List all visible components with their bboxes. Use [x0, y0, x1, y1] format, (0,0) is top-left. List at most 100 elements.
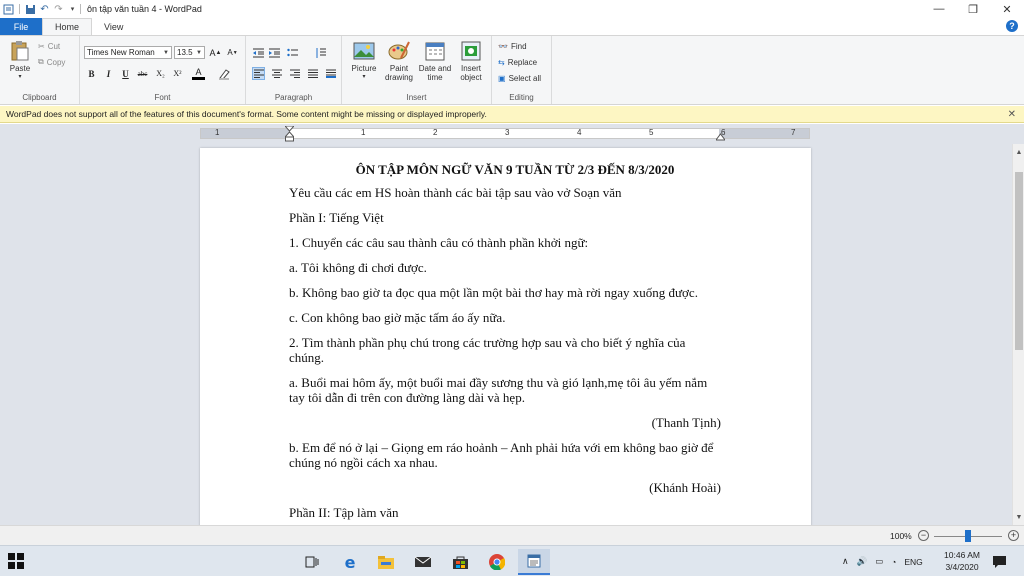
tab-home[interactable]: Home [42, 18, 93, 35]
bold-button[interactable]: B [85, 67, 98, 80]
font-family-value: Times New Roman [87, 48, 155, 57]
bullet-list-icon[interactable] [286, 46, 299, 59]
task-view-icon[interactable] [296, 549, 328, 575]
indent-marker-icon[interactable] [285, 126, 294, 142]
doc-line: a. Tôi không đi chơi được. [289, 260, 427, 275]
customize-quick-access-icon[interactable]: ▾ [67, 4, 78, 15]
copy-button[interactable]: ⧉ Copy [38, 57, 65, 67]
align-center-icon[interactable] [270, 67, 283, 80]
system-tray: ∧ 🔊 ▭ ◔ ENG [842, 546, 923, 576]
battery-icon[interactable]: ▭ [875, 556, 883, 567]
font-size-select[interactable]: 13.5 ▼ [174, 46, 205, 59]
subscript-button[interactable]: X₂ [154, 67, 167, 80]
right-indent-marker-icon[interactable] [716, 133, 725, 141]
date-time-button[interactable]: Date and time [416, 40, 454, 82]
doc-line: a. Buổi mai hôm ấy, một buổi mai đầy sươ… [289, 375, 708, 405]
language-indicator[interactable]: ENG [904, 557, 922, 567]
title-bar: ↶ ↷ ▾ ôn tập văn tuần 4 - WordPad — ❐ ✕ [0, 0, 1024, 18]
insert-group: Picture ▾ Paint drawing Date and time In… [342, 36, 492, 104]
redo-icon[interactable]: ↷ [53, 4, 64, 15]
wifi-icon[interactable]: ◔ [891, 557, 896, 567]
scroll-up-icon[interactable]: ▲ [1013, 146, 1024, 158]
text-color-button[interactable]: A [192, 67, 205, 80]
close-icon[interactable]: ✕ [1008, 109, 1016, 120]
object-icon [461, 41, 481, 61]
ruler-number: 1 [215, 128, 220, 137]
zoom-in-icon[interactable]: + [1008, 530, 1019, 541]
superscript-button[interactable]: X² [171, 67, 184, 80]
restore-button[interactable]: ❐ [956, 0, 990, 18]
document-content[interactable]: ÔN TẬP MÔN NGỮ VĂN 9 TUẦN TỪ 2/3 ĐẾN 8/3… [289, 162, 721, 525]
wordpad-taskbar-icon[interactable] [518, 549, 550, 575]
undo-icon[interactable]: ↶ [39, 4, 50, 15]
compatibility-infobar: WordPad does not support all of the feat… [0, 106, 1024, 123]
show-hidden-icons-icon[interactable]: ∧ [842, 556, 849, 567]
chevron-down-icon: ▼ [163, 49, 169, 56]
tab-file[interactable]: File [0, 18, 42, 35]
wordpad-app-icon[interactable] [3, 4, 14, 15]
chevron-down-icon: ▼ [196, 49, 202, 56]
volume-icon[interactable]: 🔊 [857, 556, 868, 567]
doc-line: Phần II: Tập làm văn [289, 505, 399, 520]
ruler[interactable]: 1 1 2 3 4 5 6 7 [200, 126, 810, 142]
select-all-button[interactable]: ▣ Select all [498, 74, 541, 83]
edge-browser-icon[interactable]: e [334, 549, 366, 575]
title-separator [80, 4, 81, 14]
decrease-indent-icon[interactable] [252, 46, 265, 59]
scroll-thumb[interactable] [1015, 172, 1023, 350]
replace-button[interactable]: ⇆ Replace [498, 58, 537, 67]
ruler-number: 1 [361, 128, 366, 137]
doc-line: b. Không bao giờ ta đọc qua một lần một … [289, 285, 698, 300]
clock-time: 10:46 AM [944, 550, 980, 560]
zoom-level: 100% [890, 531, 912, 541]
taskbar-clock[interactable]: 10:46 AM 3/4/2020 [938, 549, 986, 573]
align-right-icon[interactable] [288, 67, 301, 80]
close-button[interactable]: ✕ [990, 0, 1024, 18]
document-area: ÔN TẬP MÔN NGỮ VĂN 9 TUẦN TỪ 2/3 ĐẾN 8/3… [0, 144, 1012, 525]
find-button[interactable]: 👓 Find [498, 42, 527, 51]
mail-icon[interactable] [407, 549, 439, 575]
minimize-button[interactable]: — [922, 0, 956, 18]
cut-button[interactable]: ✂ Cut [38, 42, 60, 51]
file-explorer-icon[interactable] [370, 549, 402, 575]
justify-icon[interactable] [306, 67, 319, 80]
font-group: Times New Roman ▼ 13.5 ▼ A ▲ A ▼ B I U abc… [80, 36, 246, 104]
grow-font-button[interactable]: A ▲ [209, 46, 222, 59]
align-left-icon[interactable] [252, 67, 265, 80]
shrink-font-button[interactable]: A ▼ [226, 46, 239, 59]
underline-button[interactable]: U [119, 67, 132, 80]
zoom-slider-thumb[interactable] [965, 530, 971, 542]
paint-drawing-button[interactable]: Paint drawing [382, 40, 416, 82]
window-controls: — ❐ ✕ [922, 0, 1024, 18]
line-spacing-icon[interactable] [314, 46, 327, 59]
save-icon[interactable] [25, 4, 36, 15]
tab-view[interactable]: View [92, 18, 135, 35]
chrome-icon[interactable] [481, 549, 513, 575]
zoom-out-icon[interactable]: − [918, 530, 929, 541]
paragraph-settings-icon[interactable] [324, 67, 337, 80]
font-family-select[interactable]: Times New Roman ▼ [84, 46, 172, 59]
paste-button[interactable]: Paste ▾ [6, 40, 34, 82]
scroll-down-icon[interactable]: ▼ [1013, 511, 1024, 523]
windows-start-icon[interactable] [8, 553, 24, 569]
notification-center-icon[interactable] [988, 549, 1010, 575]
paragraph-group: Paragraph [246, 36, 342, 104]
scissors-icon: ✂ [38, 42, 45, 51]
vertical-scrollbar[interactable]: ▲ ▼ [1012, 144, 1024, 525]
editing-group-label: Editing [509, 93, 534, 102]
store-icon[interactable] [444, 549, 476, 575]
highlight-icon[interactable] [217, 67, 230, 80]
insert-object-button[interactable]: Insert object [454, 40, 488, 82]
help-icon[interactable]: ? [1006, 20, 1018, 32]
taskbar: e ∧ 🔊 ▭ ◔ ENG 10:46 AM 3/4/2020 [0, 545, 1024, 576]
picture-icon [353, 42, 375, 60]
ruler-number: 4 [577, 128, 582, 137]
doc-line: Phần I: Tiếng Việt [289, 210, 384, 225]
increase-indent-icon[interactable] [268, 46, 281, 59]
picture-button[interactable]: Picture ▾ [346, 40, 382, 82]
document-page[interactable]: ÔN TẬP MÔN NGỮ VĂN 9 TUẦN TỪ 2/3 ĐẾN 8/3… [200, 148, 811, 525]
picture-dropdown-icon: ▾ [362, 74, 366, 80]
strikethrough-button[interactable]: abc [136, 67, 149, 80]
font-size-value: 13.5 [177, 48, 193, 57]
italic-button[interactable]: I [102, 67, 115, 80]
